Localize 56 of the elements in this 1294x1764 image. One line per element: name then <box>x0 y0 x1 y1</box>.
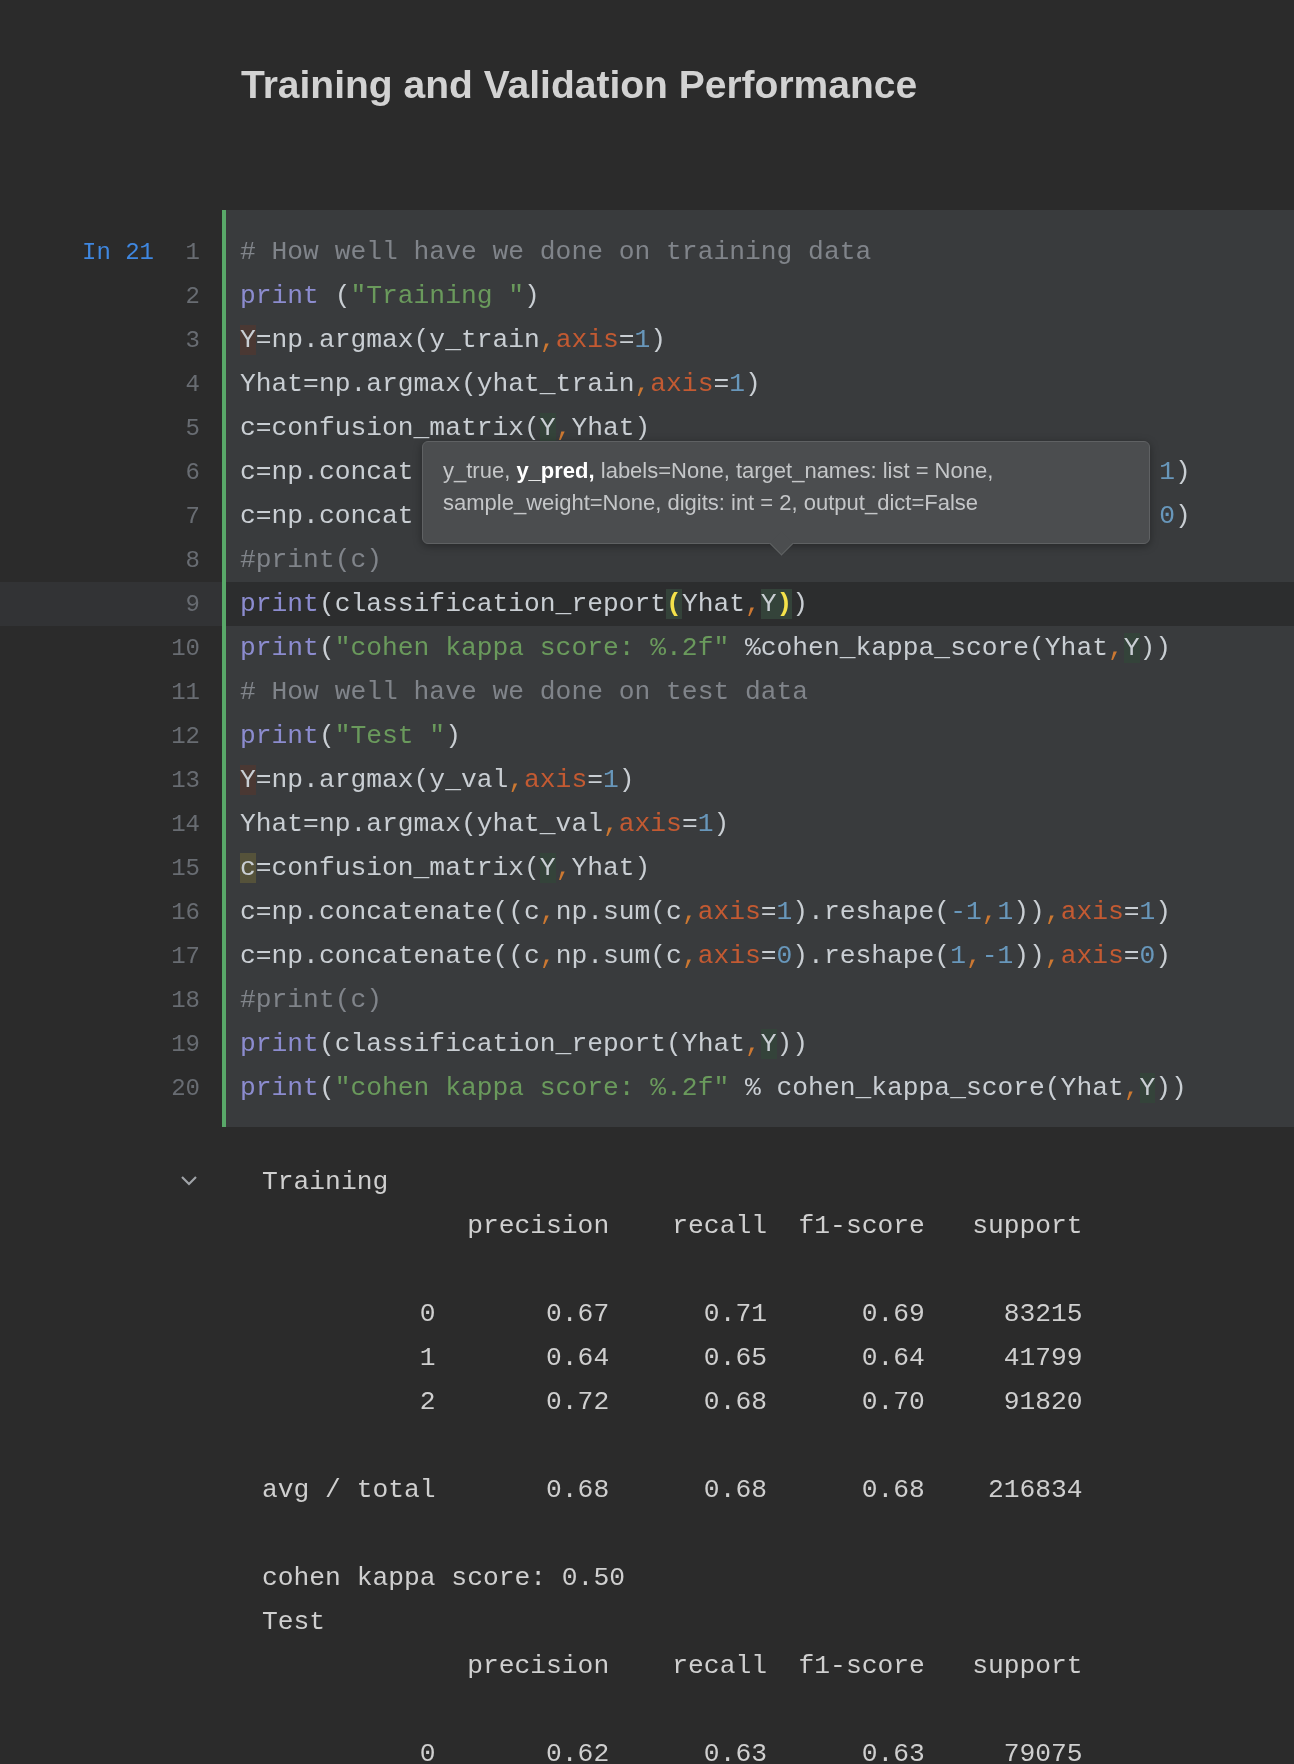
line-number: 1 <box>185 238 201 266</box>
code-line: c=np.concatenate((c,np.sum(c,axis=0).reshape(1,-1)),axis=0) <box>240 940 1172 973</box>
line-number: 6 <box>185 458 201 486</box>
code-line: Y=np.argmax(y_train,axis=1) <box>240 324 667 357</box>
code-line: 1) <box>1159 456 1191 489</box>
code-line: #print(c) <box>240 544 383 577</box>
code-line: c=confusion_matrix(Y,Yhat) <box>240 852 651 885</box>
line-number: 3 <box>185 326 201 354</box>
tooltip-text: sample_weight=None, digits: int = 2, output_dict=False <box>443 489 980 517</box>
line-number: 11 <box>171 678 201 706</box>
output-line: Training <box>262 1166 390 1199</box>
line-number: 4 <box>185 370 201 398</box>
chevron-icon[interactable] <box>179 1174 199 1188</box>
line-number: 16 <box>171 898 201 926</box>
line-number: 18 <box>171 986 201 1014</box>
output-line: 1 0.64 0.65 0.64 41799 <box>418 1342 1084 1375</box>
line-number: 2 <box>185 282 201 310</box>
line-number: 9 <box>185 590 201 618</box>
line-number: 7 <box>185 502 201 530</box>
section-heading: Training and Validation Performance <box>240 62 919 108</box>
tooltip-text: y_true, y_pred, labels=None, target_names: list = None, <box>443 457 995 485</box>
code-line: 0) <box>1159 500 1191 533</box>
line-number: 14 <box>171 810 201 838</box>
code-line: print(classification_report(Yhat,Y)) <box>240 588 809 622</box>
code-line: c=np.concat <box>240 500 414 533</box>
output-line: cohen kappa score: 0.50 <box>262 1562 626 1595</box>
code-line: c=np.concat <box>240 456 414 489</box>
code-line: # How well have we done on training data <box>240 236 872 269</box>
code-line: print("cohen kappa score: %.2f" % cohen_kappa_score(Yhat,Y)) <box>240 1072 1187 1105</box>
output-line: 0 0.67 0.71 0.69 83215 <box>418 1298 1084 1331</box>
code-line: print("Test ") <box>240 720 461 753</box>
code-line: Y=np.argmax(y_val,axis=1) <box>240 764 635 797</box>
line-number: 12 <box>171 722 201 750</box>
line-number: 15 <box>171 854 201 882</box>
output-line: precision recall f1-score support <box>466 1210 1084 1243</box>
code-line: #print(c) <box>240 984 383 1017</box>
code-line: Yhat=np.argmax(yhat_val,axis=1) <box>240 808 730 841</box>
output-line: precision recall f1-score support <box>466 1650 1084 1683</box>
output-line: avg / total 0.68 0.68 0.68 216834 <box>262 1474 1084 1507</box>
line-number: 10 <box>171 634 201 662</box>
code-line: # How well have we done on test data <box>240 676 809 709</box>
output-line: 0 0.62 0.63 0.63 79075 <box>418 1738 1084 1764</box>
line-number: 20 <box>171 1074 201 1102</box>
code-line: print ("Training ") <box>240 280 540 313</box>
code-line: Yhat=np.argmax(yhat_train,axis=1) <box>240 368 761 401</box>
line-number: 19 <box>171 1030 201 1058</box>
code-line: print("cohen kappa score: %.2f" %cohen_kappa_score(Yhat,Y)) <box>240 632 1172 665</box>
line-number: 5 <box>185 414 201 442</box>
output-line: 2 0.72 0.68 0.70 91820 <box>418 1386 1084 1419</box>
line-number: 17 <box>171 942 201 970</box>
output-line: Test <box>262 1606 327 1639</box>
cell-prompt: In 21 <box>82 238 154 266</box>
code-line: print(classification_report(Yhat,Y)) <box>240 1028 809 1061</box>
line-number: 8 <box>185 546 201 574</box>
code-line: c=np.concatenate((c,np.sum(c,axis=1).reshape(-1,1)),axis=1) <box>240 896 1172 929</box>
line-number: 13 <box>171 766 201 794</box>
